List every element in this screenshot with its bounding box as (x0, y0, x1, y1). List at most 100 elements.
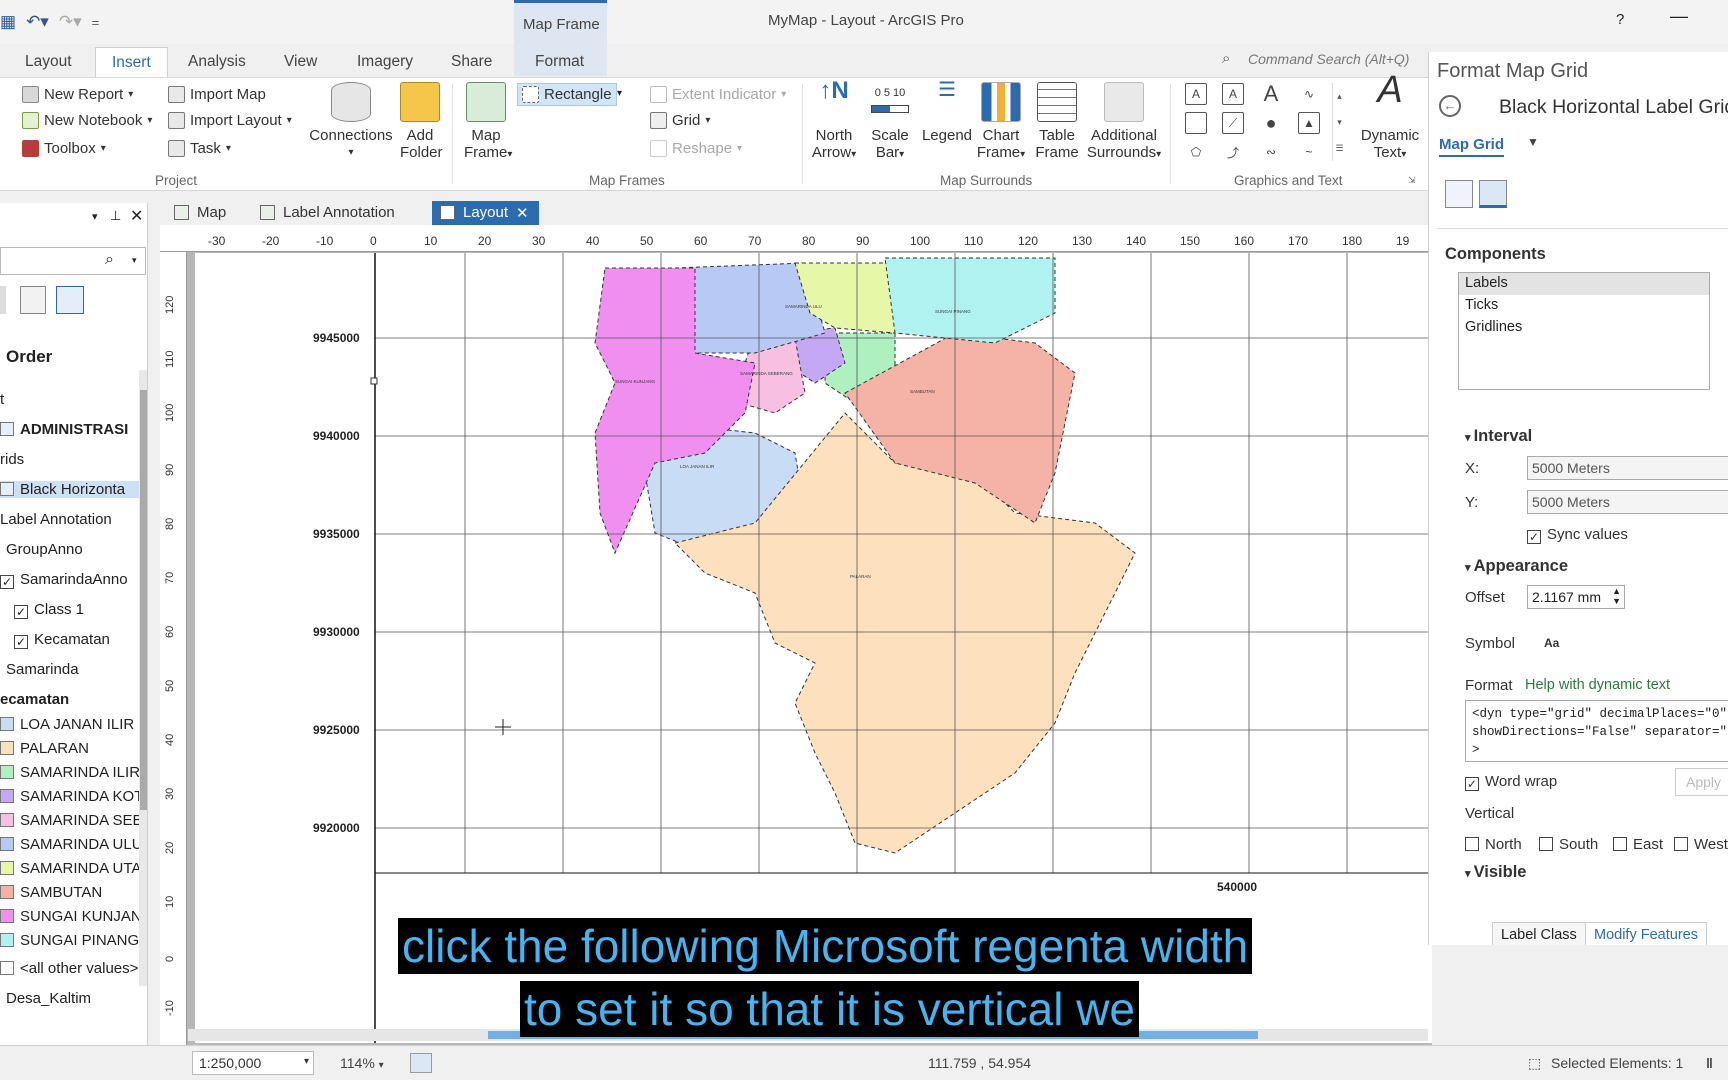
visibility-checkbox[interactable]: ✓ (14, 605, 28, 619)
back-icon[interactable]: ← (1439, 95, 1461, 117)
curved-text-icon[interactable]: ∿ (1298, 83, 1320, 105)
layer-row[interactable]: Label Annotation (0, 511, 112, 528)
rectangle-graphic-icon[interactable] (1185, 112, 1207, 134)
grid-button[interactable]: Grid ▾ (650, 112, 710, 129)
dialog-launcher-icon[interactable]: ⇲ (1408, 175, 1416, 186)
zoom-selector[interactable]: 114% ▾ (340, 1055, 384, 1071)
tab-modify-features[interactable]: Modify Features (1585, 922, 1707, 945)
rectangle-dropdown[interactable]: ▾ (617, 88, 622, 99)
extent-indicator-button[interactable]: Extent Indicator ▾ (650, 86, 786, 103)
import-layout-button[interactable]: Import Layout ▾ (168, 112, 292, 129)
close-tab-icon[interactable]: ✕ (516, 204, 529, 222)
layer-row[interactable]: ✓ SamarindaAnno (0, 571, 128, 589)
redo-icon[interactable]: ↷▾ (59, 12, 82, 32)
line-graphic-icon[interactable]: ⟋ (1222, 112, 1244, 134)
south-checkbox[interactable]: South (1539, 836, 1598, 853)
add-folder-button[interactable]: Add Folder (400, 82, 443, 161)
tab-share[interactable]: Share (451, 53, 492, 71)
connections-button[interactable]: Connections ▾ (309, 82, 393, 161)
legend-item[interactable]: PALARAN (0, 740, 89, 757)
chevron-down-icon[interactable]: ▼ (1527, 135, 1539, 149)
list-by-element-icon[interactable] (56, 286, 84, 314)
tab-label-class[interactable]: Label Class (1492, 922, 1586, 945)
table-frame-button[interactable]: Table Frame (1034, 82, 1080, 161)
project-icon[interactable]: ▦ (0, 12, 16, 32)
offset-stepper[interactable]: 2.1167 mm ▲ ▼ (1527, 585, 1625, 609)
layer-row[interactable]: ✓ Kecamatan (14, 631, 110, 649)
format-text-area[interactable]: <dyn type="grid" decimalPlaces="0" showD… (1465, 700, 1728, 762)
picture-icon[interactable]: ▲ (1298, 112, 1320, 134)
list-by-drawing-order-icon[interactable] (20, 286, 46, 314)
task-button[interactable]: Task ▾ (168, 140, 231, 157)
snapping-icon[interactable] (410, 1053, 432, 1073)
tab-view[interactable]: View (284, 53, 317, 71)
circle-icon[interactable]: ● (1260, 112, 1282, 134)
east-checkbox[interactable]: East (1613, 836, 1663, 853)
vertical-scrollbar[interactable] (139, 370, 147, 986)
layer-row[interactable]: Desa_Kaltim (6, 990, 91, 1007)
word-wrap-checkbox[interactable]: ✓ Word wrap (1465, 773, 1557, 791)
help-dynamic-text-link[interactable]: Help with dynamic text (1525, 677, 1670, 693)
import-map-button[interactable]: Import Map (168, 86, 266, 103)
symbol-button[interactable]: Aa (1544, 636, 1559, 650)
list-by-icon[interactable] (0, 286, 6, 314)
gallery-scroll[interactable]: ▴ ▾ ☰ (1332, 83, 1346, 161)
layer-row[interactable]: ✓ Class 1 (14, 601, 84, 619)
tab-format[interactable]: Format (535, 53, 584, 71)
north-arrow-button[interactable]: ↑N North Arrow▾ (808, 79, 860, 163)
tab-insert[interactable]: Insert (95, 47, 168, 79)
callout-text-icon[interactable]: A (1222, 83, 1244, 105)
layer-row[interactable]: ecamatan (0, 691, 69, 708)
tab-layout[interactable]: Layout (25, 53, 72, 71)
chart-frame-button[interactable]: Chart Frame▾ (976, 82, 1026, 163)
visibility-checkbox[interactable]: ✓ (14, 635, 28, 649)
rectangle-button[interactable]: Rectangle (517, 83, 617, 106)
sync-values-checkbox[interactable]: ✓ Sync values (1527, 526, 1628, 544)
freehand-icon[interactable]: ~ (1298, 141, 1320, 163)
reshape-button[interactable]: Reshape ▾ (650, 140, 742, 157)
y-interval-field[interactable]: 5000 Meters (1527, 490, 1728, 514)
grid-options-icon[interactable] (1445, 180, 1473, 208)
legend-item[interactable]: SAMBUTAN (0, 884, 102, 901)
pin-icon[interactable]: ⊥ (110, 208, 121, 224)
legend-item[interactable]: SUNGAI PINANG (0, 932, 139, 949)
polygon-icon[interactable]: ⬠ (1185, 141, 1207, 163)
visibility-checkbox[interactable]: ✓ (0, 575, 14, 589)
polyline-icon[interactable]: ⤴ (1222, 141, 1244, 163)
appearance-heading[interactable]: ▾ Appearance (1465, 557, 1568, 576)
command-search-input[interactable]: Command Search (Alt+Q) (1248, 51, 1446, 73)
help-button[interactable]: ? (1616, 11, 1624, 28)
list-item[interactable]: Ticks (1459, 295, 1709, 317)
legend-item[interactable]: SAMARINDA ULU (0, 836, 143, 853)
legend-item[interactable]: <all other values> (0, 960, 138, 977)
customize-icon[interactable]: = (92, 15, 100, 32)
straight-text-icon[interactable]: A (1260, 81, 1282, 106)
undo-icon[interactable]: ↶▾ (26, 12, 49, 32)
pane-menu-icon[interactable]: ▾ (92, 210, 98, 223)
new-notebook-button[interactable]: New Notebook ▾ (22, 112, 152, 129)
list-item[interactable]: Gridlines (1459, 317, 1709, 339)
search-input[interactable]: ⌕ ▾ (0, 247, 146, 275)
layer-row[interactable]: Samarinda (6, 661, 79, 678)
tab-layout-doc[interactable]: Layout ✕ (432, 201, 539, 225)
grid-components-icon[interactable] (1479, 180, 1507, 208)
tab-imagery[interactable]: Imagery (357, 53, 413, 71)
tab-label-annotation[interactable]: Label Annotation (252, 201, 405, 225)
interval-heading[interactable]: ▾ Interval (1465, 427, 1532, 446)
legend-item[interactable]: SAMARINDA UTA (0, 860, 141, 877)
map-grid-selector[interactable]: Map Grid (1439, 136, 1505, 157)
layer-row[interactable]: rids (0, 451, 24, 468)
components-list[interactable]: Labels Ticks Gridlines (1458, 272, 1710, 390)
curve-icon[interactable]: ∾ (1260, 141, 1282, 163)
scale-selector[interactable]: 1:250,000 ▾ (192, 1051, 314, 1075)
layer-row[interactable]: t (0, 391, 4, 408)
new-report-button[interactable]: New Report ▾ (22, 86, 133, 103)
layer-row[interactable]: ADMINISTRASI (0, 421, 128, 438)
legend-button[interactable]: ☰ Legend (917, 80, 977, 144)
toolbox-button[interactable]: Toolbox ▾ (22, 140, 106, 157)
west-checkbox[interactable]: West (1674, 836, 1728, 853)
legend-item[interactable]: SUNGAI KUNJAN (0, 908, 142, 925)
minimize-button[interactable]: — (1670, 6, 1688, 27)
layer-row[interactable]: Black Horizonta (0, 481, 140, 498)
legend-item[interactable]: SAMARINDA KOT (0, 788, 143, 805)
